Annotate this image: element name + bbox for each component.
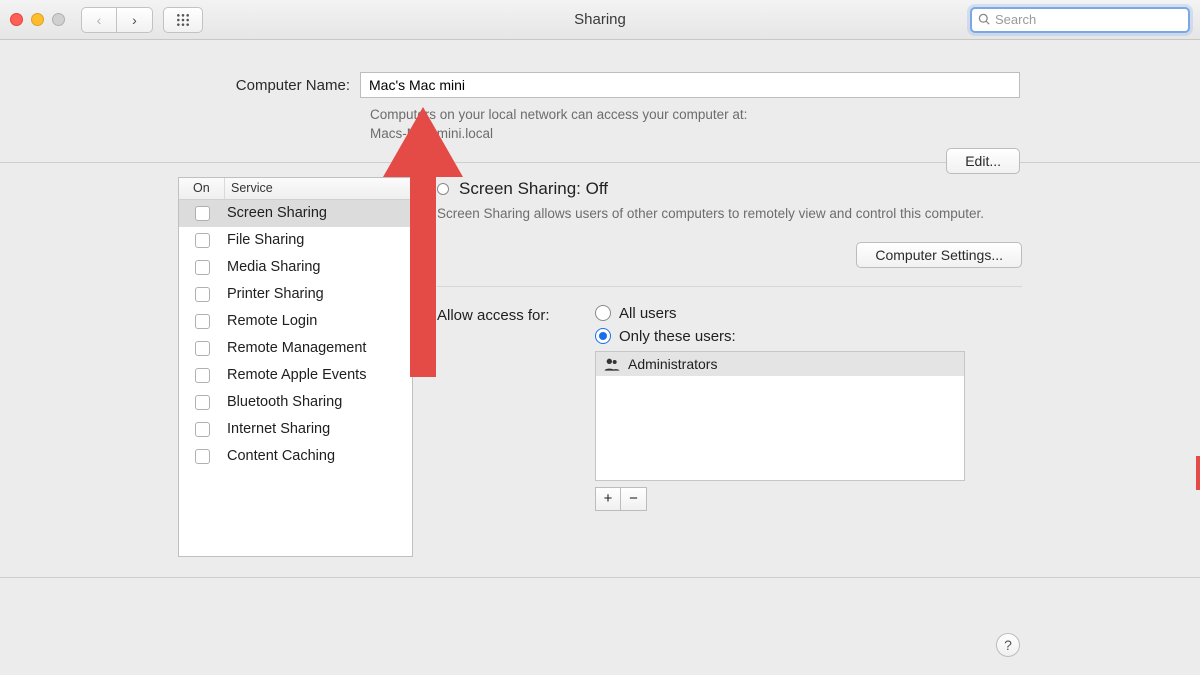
computer-name-section: Computer Name: Computers on your local n… (0, 40, 1200, 163)
edit-hostname-button[interactable]: Edit... (946, 148, 1020, 174)
plus-icon: + (604, 490, 613, 507)
service-row[interactable]: Content Caching (179, 443, 412, 470)
service-label: Media Sharing (225, 259, 412, 275)
show-all-button[interactable] (163, 7, 203, 33)
service-label: Remote Login (225, 313, 412, 329)
service-checkbox[interactable] (195, 368, 210, 383)
services-header: On Service (179, 178, 412, 200)
chevron-right-icon: › (132, 12, 137, 28)
radio-all-users[interactable]: All users (595, 305, 1022, 322)
help-icon: ? (1004, 637, 1012, 653)
add-user-button[interactable]: + (595, 487, 621, 511)
service-row[interactable]: File Sharing (179, 227, 412, 254)
column-service[interactable]: Service (225, 178, 412, 199)
computer-name-note: Computers on your local network can acce… (370, 106, 1020, 144)
status-indicator-icon (437, 183, 449, 195)
service-checkbox[interactable] (195, 260, 210, 275)
help-button[interactable]: ? (996, 633, 1020, 657)
service-checkbox[interactable] (195, 233, 210, 248)
divider (437, 286, 1022, 287)
computer-settings-button[interactable]: Computer Settings... (856, 242, 1022, 268)
forward-button[interactable]: › (117, 7, 153, 33)
service-row[interactable]: Remote Apple Events (179, 362, 412, 389)
grid-icon (176, 13, 190, 27)
chevron-left-icon: ‹ (97, 12, 102, 28)
radio-all-users-label: All users (619, 305, 677, 322)
window-titlebar: ‹ › Sharing (0, 0, 1200, 40)
computer-name-input[interactable] (360, 72, 1020, 98)
service-label: Remote Management (225, 340, 412, 356)
radio-only-these-label: Only these users: (619, 328, 736, 345)
back-button[interactable]: ‹ (81, 7, 117, 33)
allow-access-label: Allow access for: (437, 305, 587, 511)
window-controls (10, 13, 65, 26)
service-row[interactable]: Remote Management (179, 335, 412, 362)
service-status-title: Screen Sharing: Off (459, 179, 608, 199)
column-on[interactable]: On (179, 178, 225, 199)
service-row[interactable]: Internet Sharing (179, 416, 412, 443)
zoom-window-button[interactable] (52, 13, 65, 26)
service-checkbox[interactable] (195, 341, 210, 356)
minimize-window-button[interactable] (31, 13, 44, 26)
annotation-edge-marker (1196, 456, 1200, 490)
service-checkbox[interactable] (195, 314, 210, 329)
service-checkbox[interactable] (195, 422, 210, 437)
service-label: Internet Sharing (225, 421, 412, 437)
search-icon (978, 13, 991, 26)
allowed-users-list[interactable]: Administrators (595, 351, 965, 481)
add-remove-controls: + − (595, 487, 1022, 511)
remove-user-button[interactable]: − (621, 487, 647, 511)
sharing-main: On Service Screen Sharing File Sharing Med… (0, 163, 1200, 578)
service-row[interactable]: Remote Login (179, 308, 412, 335)
search-field[interactable] (970, 7, 1190, 33)
service-label: Content Caching (225, 448, 412, 464)
user-name: Administrators (628, 356, 717, 372)
service-checkbox[interactable] (195, 287, 210, 302)
search-input[interactable] (995, 12, 1182, 27)
users-icon (604, 357, 620, 371)
service-label: File Sharing (225, 232, 412, 248)
service-checkbox[interactable] (195, 449, 210, 464)
service-checkbox[interactable] (195, 206, 210, 221)
service-row[interactable]: Bluetooth Sharing (179, 389, 412, 416)
close-window-button[interactable] (10, 13, 23, 26)
minus-icon: − (629, 490, 638, 507)
radio-only-these-users[interactable]: Only these users: (595, 328, 1022, 345)
service-label: Screen Sharing (225, 205, 412, 221)
service-label: Printer Sharing (225, 286, 412, 302)
nav-back-forward: ‹ › (81, 7, 153, 33)
service-description: Screen Sharing allows users of other com… (437, 205, 1022, 224)
computer-name-label: Computer Name: (180, 77, 360, 94)
radio-icon (595, 305, 611, 321)
service-row[interactable]: Media Sharing (179, 254, 412, 281)
list-item[interactable]: Administrators (596, 352, 964, 376)
service-detail: Screen Sharing: Off Screen Sharing allow… (437, 177, 1022, 557)
radio-icon (595, 328, 611, 344)
services-table: On Service Screen Sharing File Sharing Med… (178, 177, 413, 557)
service-row[interactable]: Printer Sharing (179, 281, 412, 308)
service-checkbox[interactable] (195, 395, 210, 410)
service-row[interactable]: Screen Sharing (179, 200, 412, 227)
service-label: Remote Apple Events (225, 367, 412, 383)
service-label: Bluetooth Sharing (225, 394, 412, 410)
